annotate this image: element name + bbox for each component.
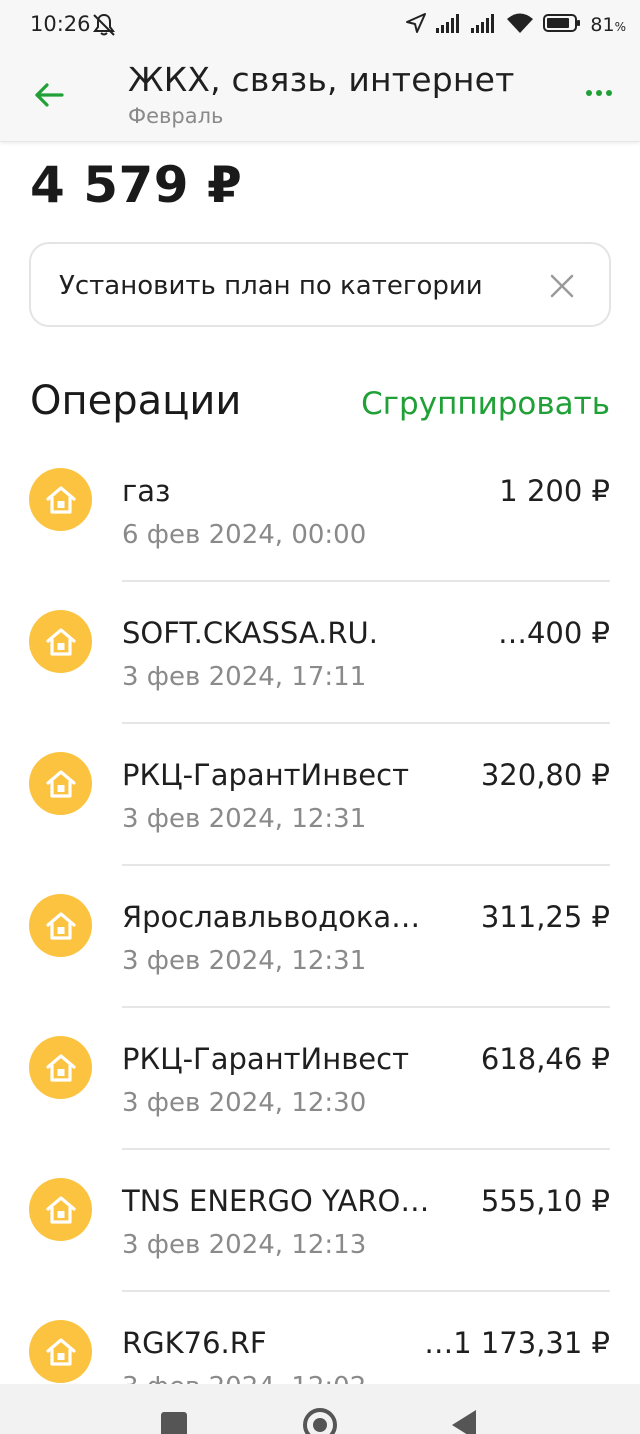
operation-name: РКЦ-ГарантИнвест [122,758,409,792]
mute-icon [91,12,117,38]
recent-apps-button[interactable] [161,1412,187,1434]
status-icons: 81% [405,10,626,40]
operation-row[interactable]: газ 6 фев 2024, 00:00 1 200 ₽ [0,440,640,582]
operation-date: 6 фев 2024, 00:00 [122,520,367,550]
location-icon [405,12,427,39]
system-nav-bar [0,1384,640,1434]
page-title: ЖКХ, связь, интернет [128,60,515,99]
operation-date: 3 фев 2024, 12:02 [122,1372,366,1384]
operation-amount: …1 173,31 ₽ [424,1326,610,1360]
operation-name: SOFT.CKASSA.RU. [122,616,378,650]
operation-name: RGK76.RF [122,1326,267,1360]
status-bar: 10:26 81% [0,0,640,50]
more-options-button[interactable] [586,90,612,96]
group-button[interactable]: Сгруппировать [361,386,610,422]
more-dot [596,90,602,96]
operation-date: 3 фев 2024, 12:13 [122,1230,367,1260]
signal-icon [436,13,462,38]
wifi-icon [506,12,534,39]
operation-amount: 555,10 ₽ [480,1184,610,1218]
house-icon [29,752,92,815]
house-icon [29,1178,92,1241]
arrow-left-icon [35,83,64,107]
house-icon [29,610,92,673]
back-button[interactable] [30,76,68,114]
system-back-button[interactable] [452,1410,476,1434]
status-time: 10:26 [30,12,91,36]
operation-date: 3 фев 2024, 12:30 [122,1088,367,1118]
signal-icon [471,13,497,38]
operation-date: 3 фев 2024, 17:11 [122,662,367,692]
house-icon [29,1036,92,1099]
home-button[interactable] [303,1408,337,1434]
operation-row[interactable]: РКЦ-ГарантИнвест 3 фев 2024, 12:30 618,46 … [0,1008,640,1150]
operation-row[interactable]: РКЦ-ГарантИнвест 3 фев 2024, 12:31 320,80 … [0,724,640,866]
category-total: 4 579 ₽ [30,156,243,214]
operation-name: Ярославльводока… [122,900,421,934]
set-plan-label: Установить план по категории [59,271,483,301]
operation-amount: 618,46 ₽ [480,1042,610,1076]
app-header: ЖКХ, связь, интернет Февраль [0,50,640,142]
page-subtitle: Февраль [128,104,224,128]
more-dots-icon [586,90,592,96]
operation-row[interactable]: Ярославльводока… 3 фев 2024, 12:31 311,25 … [0,866,640,1008]
operation-date: 3 фев 2024, 12:31 [122,946,367,976]
house-icon [29,468,92,531]
operations-title: Операции [30,378,242,424]
operation-amount: 311,25 ₽ [480,900,610,934]
operation-date: 3 фев 2024, 12:31 [122,804,367,834]
set-plan-banner[interactable]: Установить план по категории [29,242,611,327]
operation-name: газ [122,474,171,508]
operations-list: газ 6 фев 2024, 00:00 1 200 ₽ SOFT.CKASSA.R… [0,440,640,1384]
operation-name: TNS ENERGO YARO… [122,1184,430,1218]
operation-amount: 1 200 ₽ [499,474,610,508]
operation-row[interactable]: SOFT.CKASSA.RU. 3 фев 2024, 17:11 …400 ₽ [0,582,640,724]
battery-percent: 81% [590,14,626,36]
more-dot [606,90,612,96]
operation-amount: …400 ₽ [497,616,610,650]
house-icon [29,1320,92,1383]
house-icon [29,894,92,957]
operation-row[interactable]: RGK76.RF 3 фев 2024, 12:02 …1 173,31 ₽ [0,1292,640,1384]
operation-row[interactable]: TNS ENERGO YARO… 3 фев 2024, 12:13 555,10 … [0,1150,640,1292]
operation-name: РКЦ-ГарантИнвест [122,1042,409,1076]
close-icon[interactable] [549,273,575,299]
battery-icon [543,13,581,38]
operation-amount: 320,80 ₽ [480,758,610,792]
